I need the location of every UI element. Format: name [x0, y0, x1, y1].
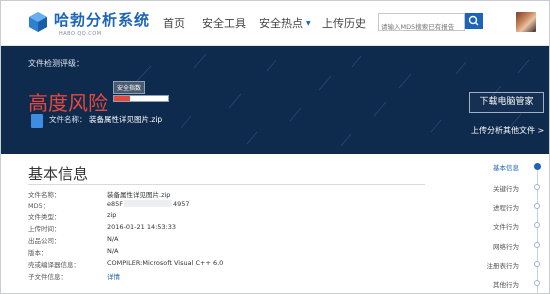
info-value: N/A: [107, 235, 119, 243]
md5-redacted: [124, 200, 173, 207]
md5-search-input[interactable]: [379, 20, 463, 34]
info-key: 子文件信息：: [28, 273, 67, 281]
info-key: 出品公司：: [28, 237, 61, 245]
upload-other-file-link[interactable]: 上传分析其他文件 >: [471, 125, 544, 136]
md5-suffix: 4957: [173, 200, 190, 208]
info-key: MD5：: [28, 202, 50, 210]
nav-security-tools[interactable]: 安全工具: [202, 15, 246, 31]
sidebar-item-network-behavior[interactable]: 网络行为: [471, 241, 519, 251]
sidebar-item-file-behavior[interactable]: 文件行为: [471, 221, 519, 231]
logo-subtitle: HABO.QQ.COM: [59, 31, 102, 37]
md5-prefix: e85F: [107, 200, 124, 208]
sidebar-item-basic-info[interactable]: 基本信息: [471, 162, 519, 172]
basic-info-title: 基本信息: [28, 165, 89, 183]
info-key: 文件类型：: [28, 213, 61, 221]
info-key: 上传时间：: [28, 225, 61, 233]
safety-index-badge: 安全指数: [113, 81, 146, 94]
download-pc-manager-button[interactable]: 下载电脑管家: [469, 92, 544, 113]
risk-level: 高度风险: [28, 91, 108, 115]
timeline-dot[interactable]: [534, 261, 540, 267]
sidebar-item-other-behavior[interactable]: 其他行为: [471, 279, 519, 289]
info-value: 2016-01-21 14:53:33: [107, 223, 177, 231]
timeline-dot[interactable]: [534, 203, 540, 209]
info-value: COMPILER:Microsoft Visual C++ 6.0: [107, 259, 224, 267]
search-box: [378, 13, 465, 34]
sidebar-item-key-behavior[interactable]: 关键行为: [471, 183, 519, 193]
info-value: e85F 4957: [107, 200, 190, 208]
subfile-details-link[interactable]: 详情: [107, 271, 120, 281]
chevron-down-icon: ▼: [306, 20, 311, 27]
timeline-dot[interactable]: [534, 280, 540, 286]
page-frame: 哈勃分析系统 HABO.QQ.COM 首页 安全工具 安全热点 ▼ 上传历史 请…: [0, 0, 550, 294]
user-avatar[interactable]: [516, 12, 536, 32]
timeline-dot[interactable]: [534, 184, 540, 190]
nav-security-hotspots[interactable]: 安全热点 ▼: [259, 15, 311, 31]
timeline-dot[interactable]: [534, 242, 540, 248]
sidebar-item-registry-behavior[interactable]: 注册表行为: [471, 260, 520, 270]
info-value: zip: [107, 211, 117, 219]
info-value: N/A: [107, 247, 119, 255]
info-key: 文件名称：: [28, 191, 61, 199]
search-icon: [468, 15, 479, 26]
info-key: 版本：: [28, 249, 48, 257]
search-button[interactable]: [465, 13, 483, 29]
section-divider: [28, 184, 425, 185]
file-name-label: 文件名称：: [49, 115, 87, 124]
timeline-dot-active[interactable]: [533, 163, 541, 170]
safety-index-fill: [114, 96, 131, 101]
nav-security-hotspots-label: 安全热点: [259, 17, 303, 30]
timeline-dot[interactable]: [534, 222, 540, 228]
habo-logo-icon: [29, 12, 47, 32]
top-header: 哈勃分析系统 HABO.QQ.COM 首页 安全工具 安全热点 ▼ 上传历史: [1, 1, 549, 46]
nav-upload-history[interactable]: 上传历史: [322, 15, 366, 31]
safety-index-bar: [113, 95, 169, 102]
info-value: 装备属性详见图片.zip: [107, 191, 171, 199]
info-key: 壳或编译器信息：: [28, 261, 80, 269]
grade-label: 文件检测评级：: [28, 59, 84, 68]
logo-title: 哈勃分析系统: [54, 11, 151, 29]
sidebar-item-process-behavior[interactable]: 进程行为: [471, 202, 519, 212]
file-name-value: 装备属性详见图片.zip: [89, 115, 163, 124]
nav-home[interactable]: 首页: [163, 15, 185, 31]
zip-file-icon: [31, 114, 43, 128]
